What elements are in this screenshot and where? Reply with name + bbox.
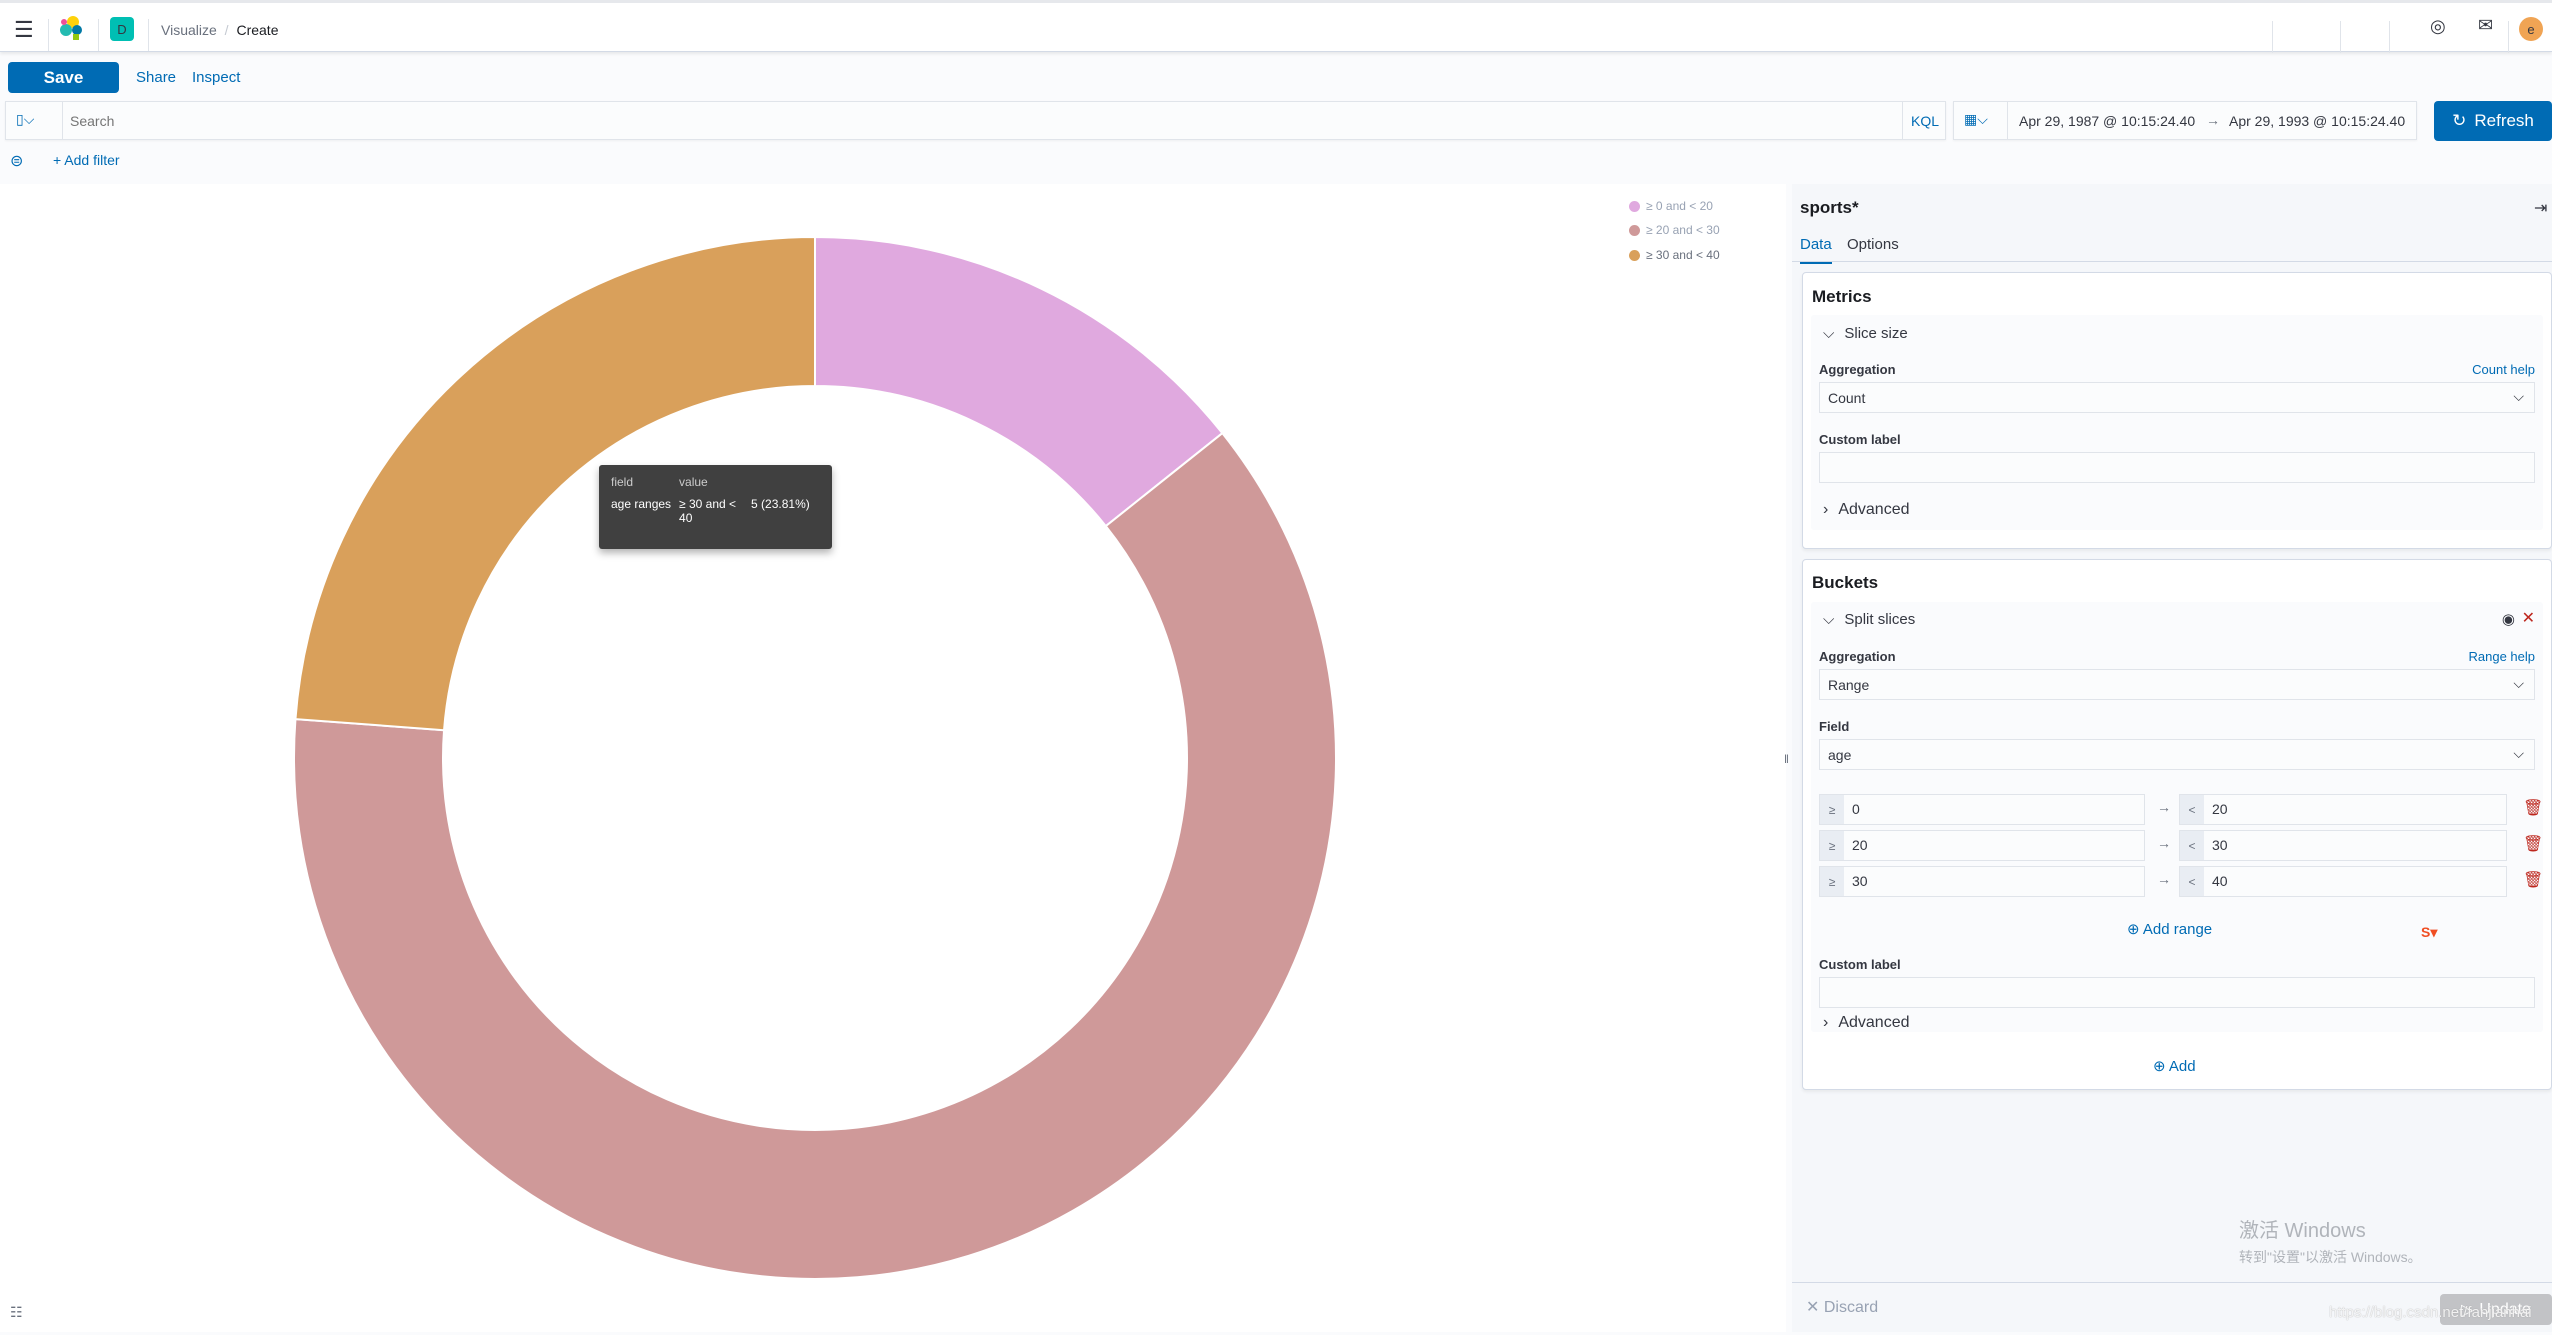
arrow-right-icon: → xyxy=(2157,871,2171,887)
bucket-aggregation-select[interactable]: Range ⌵ xyxy=(1819,669,2535,700)
add-filter-button[interactable]: + Add filter xyxy=(53,152,120,168)
date-picker: ▦⌵ Apr 29, 1987 @ 10:15:24.40 → Apr 29, … xyxy=(1953,101,2417,140)
kql-button[interactable]: KQL xyxy=(1911,113,1939,129)
range-row: ≥20 → <30 🗑 xyxy=(1819,830,2543,861)
user-avatar[interactable]: e xyxy=(2519,17,2543,41)
tab-data[interactable]: Data xyxy=(1800,236,1832,264)
range-to-input[interactable]: <30 xyxy=(2179,830,2507,861)
metrics-aggregation-select[interactable]: Count ⌵ xyxy=(1819,382,2535,413)
breadcrumb: Visualize / Create xyxy=(161,22,278,38)
metrics-custom-label-input[interactable] xyxy=(1819,452,2535,483)
breadcrumb-visualize[interactable]: Visualize xyxy=(161,22,217,38)
count-help-link[interactable]: Count help xyxy=(2472,362,2535,377)
range-row: ≥0 → <20 🗑 xyxy=(1819,794,2543,825)
buckets-panel: Buckets ⌵ Split slices ◉ ✕ Aggregation Ra… xyxy=(1802,559,2552,1090)
slice-size-toggle[interactable]: ⌵ Slice size xyxy=(1823,325,1908,342)
chevron-down-icon: ⌵ xyxy=(2513,675,2524,691)
date-start[interactable]: Apr 29, 1987 @ 10:15:24.40 xyxy=(2019,113,2195,129)
legend-item[interactable]: ≥ 30 and < 40 xyxy=(1629,248,1720,262)
sogou-ime-icon: S▾ xyxy=(2421,924,2438,940)
query-bar: ▯⌵ KQL xyxy=(5,101,1946,140)
donut-chart[interactable] xyxy=(0,184,1786,1332)
range-help-link[interactable]: Range help xyxy=(2469,649,2536,664)
bucket-custom-label-input[interactable] xyxy=(1819,977,2535,1008)
custom-label-label: Custom label xyxy=(1819,957,1901,972)
plus-circle-icon: ⊕ xyxy=(2127,921,2140,938)
aggregation-label: Aggregation xyxy=(1819,362,1896,377)
chevron-down-icon: ⌵ xyxy=(2513,388,2524,404)
saved-query-icon[interactable]: ▯⌵ xyxy=(16,111,34,128)
arrow-right-icon: → xyxy=(2157,835,2171,851)
remove-bucket-close-icon[interactable]: ✕ xyxy=(2522,608,2535,628)
arrow-right-icon: → xyxy=(2157,799,2171,815)
filter-icon[interactable]: ⊜ xyxy=(10,151,23,171)
help-icon[interactable]: ◎ xyxy=(2430,16,2446,37)
range-row: ≥30 → <40 🗑 xyxy=(1819,866,2543,897)
legend-item[interactable]: ≥ 20 and < 30 xyxy=(1629,223,1720,237)
legend-item[interactable]: ≥ 0 and < 20 xyxy=(1629,199,1713,213)
custom-label-label: Custom label xyxy=(1819,432,1901,447)
close-icon: ✕ xyxy=(1806,1299,1820,1316)
index-pattern-title: sports* xyxy=(1800,198,1859,217)
legend-dot xyxy=(1629,200,1640,212)
range-from-input[interactable]: ≥0 xyxy=(1819,794,2145,825)
chart-area: ≥ 0 and < 20 ≥ 20 and < 30 ≥ 30 and < 40… xyxy=(0,184,1786,1332)
delete-range-trash-icon[interactable]: 🗑 xyxy=(2523,834,2543,854)
chevron-down-icon: ⌵ xyxy=(1823,611,1835,628)
metrics-title: Metrics xyxy=(1812,287,1872,306)
breadcrumb-create: Create xyxy=(236,22,279,38)
search-input[interactable] xyxy=(70,106,1900,135)
csdn-url-watermark: https://blog.csdn.net/fanjianhai xyxy=(2329,1304,2532,1321)
refresh-icon: ↻ xyxy=(2452,111,2467,130)
aggregation-label: Aggregation xyxy=(1819,649,1896,664)
refresh-label: Refresh xyxy=(2474,111,2534,130)
legend-dot xyxy=(1629,224,1640,236)
kibana-logo-icon[interactable] xyxy=(58,15,84,41)
chevron-right-icon: › xyxy=(1823,501,1829,518)
date-end[interactable]: Apr 29, 1993 @ 10:15:24.40 xyxy=(2229,113,2405,129)
range-from-input[interactable]: ≥20 xyxy=(1819,830,2145,861)
inspect-link[interactable]: Inspect xyxy=(192,69,240,86)
metrics-advanced-toggle[interactable]: › Advanced xyxy=(1823,501,1910,519)
metrics-panel: Metrics ⌵ Slice size Aggregation Count he… xyxy=(1802,272,2552,549)
delete-range-trash-icon[interactable]: 🗑 xyxy=(2523,798,2543,818)
add-bucket-button[interactable]: ⊕ Add xyxy=(2153,1057,2196,1075)
legend-toggle-icon[interactable]: ☷ xyxy=(10,1304,23,1321)
split-slices-toggle[interactable]: ⌵ Split slices xyxy=(1823,611,1915,628)
field-select[interactable]: age ⌵ xyxy=(1819,739,2535,770)
save-button[interactable]: Save xyxy=(8,62,119,93)
legend-dot xyxy=(1629,249,1640,261)
chevron-right-icon: › xyxy=(1823,1014,1829,1031)
tooltip: field value age ranges ≥ 30 and < 40 5 (23.… xyxy=(599,465,832,549)
plus-circle-icon: ⊕ xyxy=(2153,1058,2166,1075)
toggle-visibility-eye-icon[interactable]: ◉ xyxy=(2502,610,2515,628)
refresh-button[interactable]: ↻ Refresh xyxy=(2434,101,2552,141)
field-label: Field xyxy=(1819,719,1850,734)
breadcrumb-separator: / xyxy=(224,22,229,38)
add-range-button[interactable]: ⊕ Add range xyxy=(2127,920,2212,938)
chevron-down-icon: ⌵ xyxy=(1823,325,1835,342)
buckets-title: Buckets xyxy=(1812,573,1879,592)
menu-icon[interactable]: ☰ xyxy=(14,17,34,43)
share-link[interactable]: Share xyxy=(136,69,176,86)
editor-sidebar: sports* ⇥ Data Options Metrics ⌵ Slice si… xyxy=(1792,184,2552,1332)
newsfeed-mail-icon[interactable]: ✉ xyxy=(2478,15,2493,36)
calendar-icon[interactable]: ▦⌵ xyxy=(1964,111,1988,128)
range-to-input[interactable]: <20 xyxy=(2179,794,2507,825)
delete-range-trash-icon[interactable]: 🗑 xyxy=(2523,870,2543,890)
discard-button[interactable]: ✕ Discard xyxy=(1806,1297,1878,1317)
top-header: ☰ D Visualize / Create ◎ ✉ e xyxy=(0,0,2552,53)
arrow-right-icon: → xyxy=(2206,112,2220,128)
bucket-advanced-toggle[interactable]: › Advanced xyxy=(1823,1014,1910,1032)
windows-watermark: 激活 Windows 转到"设置"以激活 Windows。 xyxy=(2239,1220,2422,1265)
space-avatar[interactable]: D xyxy=(110,17,134,41)
chevron-down-icon: ⌵ xyxy=(2513,745,2524,761)
collapse-sidebar-icon[interactable]: ⇥ xyxy=(2534,198,2547,218)
resize-handle[interactable]: ‖ xyxy=(1784,752,1789,766)
range-to-input[interactable]: <40 xyxy=(2179,866,2507,897)
tab-options[interactable]: Options xyxy=(1847,236,1899,253)
range-from-input[interactable]: ≥30 xyxy=(1819,866,2145,897)
